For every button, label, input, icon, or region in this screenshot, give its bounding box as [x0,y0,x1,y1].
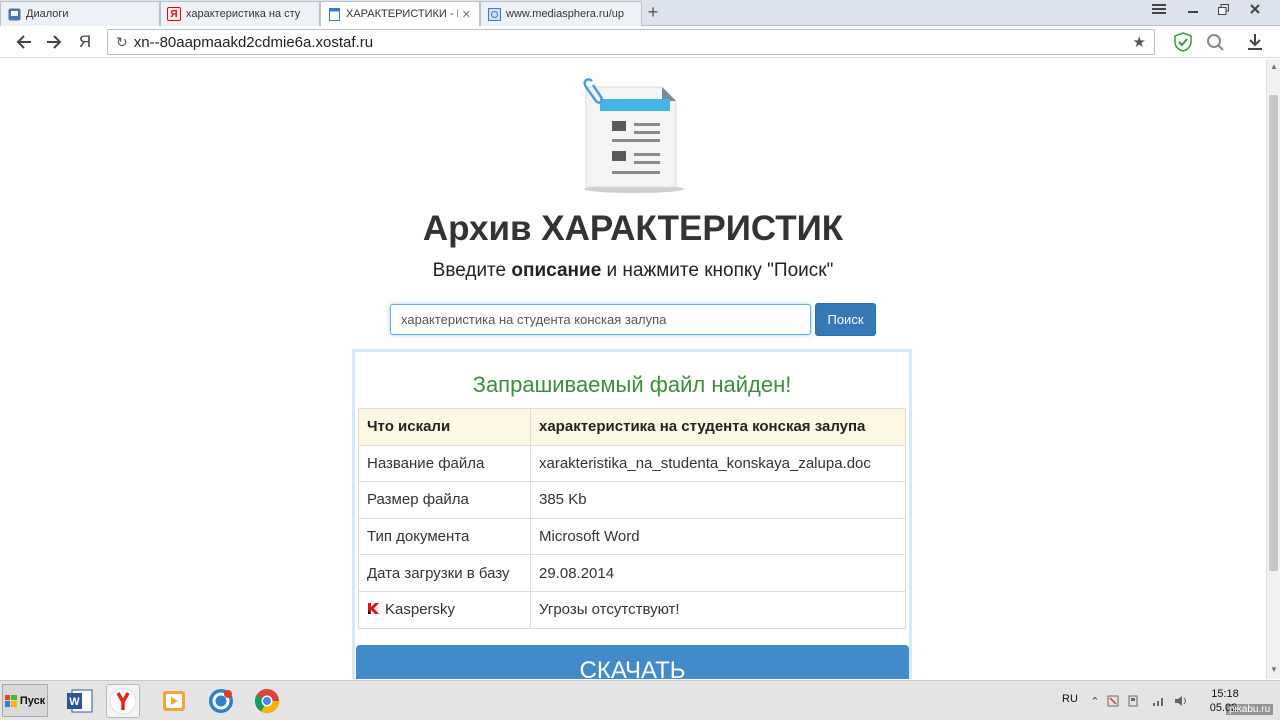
star-icon[interactable]: ★ [1133,33,1146,51]
tray-device-icon[interactable] [1126,694,1140,708]
page-subtitle: Введите описание и нажмите кнопку "Поиск… [0,260,1266,282]
table-row: Тип документа Microsoft Word [358,517,906,556]
menu-icon[interactable] [1144,0,1174,18]
reload-icon[interactable]: ↻ [116,34,128,51]
found-title: Запрашиваемый файл найден! [472,372,792,397]
browser-tabstrip: Диалоги Я характеристика на сту ХАРАКТЕР… [0,0,1280,26]
kaspersky-icon [367,602,380,615]
sync-icon[interactable] [1204,31,1226,53]
windows-logo-icon [4,694,17,707]
close-icon[interactable]: ✕ [462,8,471,21]
window-close-icon[interactable] [1240,0,1270,18]
app-icon[interactable] [204,684,238,718]
table-cell-label: Название файла [358,444,531,483]
minimize-icon[interactable] [1178,0,1208,18]
network-icon[interactable] [1152,694,1166,708]
yandex-icon: Я [167,7,181,21]
table-cell-label: Что искали [358,408,531,446]
language-indicator[interactable]: RU [1062,693,1078,705]
download-button[interactable]: СКАЧАТЬ [356,645,909,679]
subtitle-bold: описание [511,260,602,281]
clock-time: 15:18 [1211,688,1239,700]
globe-icon [487,7,501,21]
yandex-browser-icon[interactable] [106,684,140,718]
tab-label: Диалоги [26,8,69,20]
scroll-up-icon[interactable]: ▲ [1269,62,1279,72]
table-row: Размер файла 385 Kb [358,481,906,519]
start-button[interactable]: Пуск [2,684,48,717]
tab-characteristics[interactable]: ХАРАКТЕРИСТИКИ - Все ✕ [320,1,480,26]
table-cell-label: Kaspersky [358,590,531,629]
subtitle-text: Введите [432,260,512,281]
table-cell-value: 385 Kb [530,481,906,519]
table-cell-value: характеристика на студента конская залуп… [530,408,906,446]
document-icon [327,7,341,21]
url-text: xn--80aapmaakd2cdmie6a.xostaf.ru [133,33,374,51]
table-header-row: Что искали характеристика на студента ко… [358,408,906,446]
vk-dialog-icon [7,7,21,21]
forward-arrow-icon[interactable] [42,30,66,54]
tab-label: www.mediasphera.ru/up [506,8,625,20]
tray-expand-icon[interactable]: ⌃ [1088,694,1102,708]
table-cell-label: Тип документа [358,517,531,556]
table-cell-value: xarakteristika_na_studenta_konskaya_zalu… [530,444,906,483]
restore-icon[interactable] [1208,0,1238,18]
page-scrollbar[interactable]: ▲ ▼ [1266,59,1280,679]
scroll-thumb[interactable] [1269,95,1278,571]
subtitle-text: и нажмите кнопку "Поиск" [601,260,834,281]
tab-dialogs[interactable]: Диалоги [0,1,160,26]
new-tab-button[interactable]: + [644,3,662,21]
browser-toolbar: Я ↻ xn--80aapmaakd2cdmie6a.xostaf.ru ★ [0,26,1280,58]
tab-search[interactable]: Я характеристика на сту [160,1,320,26]
address-bar[interactable]: ↻ xn--80aapmaakd2cdmie6a.xostaf.ru ★ [107,29,1155,55]
file-info-table: Что искали характеристика на студента ко… [358,408,906,629]
table-row: Kaspersky Угрозы отсутствуют! [358,590,906,629]
document-logo-icon [578,75,690,200]
table-row: Название файла xarakteristika_na_student… [358,444,906,483]
table-row: Дата загрузки в базу 29.08.2014 [358,554,906,592]
tab-mediasphera[interactable]: www.mediasphera.ru/up [480,1,642,26]
tray-shield-icon[interactable] [1106,694,1120,708]
chrome-icon[interactable] [250,684,284,718]
scroll-down-icon[interactable]: ▼ [1269,665,1279,675]
volume-icon[interactable] [1174,694,1188,708]
yandex-home-button[interactable]: Я [73,30,97,54]
word-icon[interactable]: W [63,684,97,718]
svg-text:W: W [69,696,80,708]
table-cell-value: 29.08.2014 [530,554,906,592]
watermark: pikabu.ru [1226,704,1274,715]
protect-shield-icon[interactable] [1172,31,1194,53]
kaspersky-label: Kaspersky [385,601,456,619]
table-cell-label: Дата загрузки в базу [358,554,531,592]
result-panel: Запрашиваемый файл найден! Что искали ха… [352,349,912,679]
download-icon[interactable] [1244,31,1266,53]
table-cell-value: Microsoft Word [530,517,906,556]
page-viewport: Архив ХАРАКТЕРИСТИК Введите описание и н… [0,59,1266,679]
taskbar: Пуск W RU ⌃ 15:18 05.02. [0,680,1280,720]
table-cell-value: Угрозы отсутствуют! [530,590,906,629]
table-cell-label: Размер файла [358,481,531,519]
page-title: Архив ХАРАКТЕРИСТИК [422,209,844,248]
tab-label: характеристика на сту [186,8,301,20]
search-button[interactable]: Поиск [815,303,876,336]
back-arrow-icon[interactable] [12,30,36,54]
tab-label: ХАРАКТЕРИСТИКИ - Все [346,8,458,20]
search-input[interactable]: характеристика на студента конская залуп… [390,304,811,335]
media-player-icon[interactable] [157,684,191,718]
start-label: Пуск [19,694,46,707]
